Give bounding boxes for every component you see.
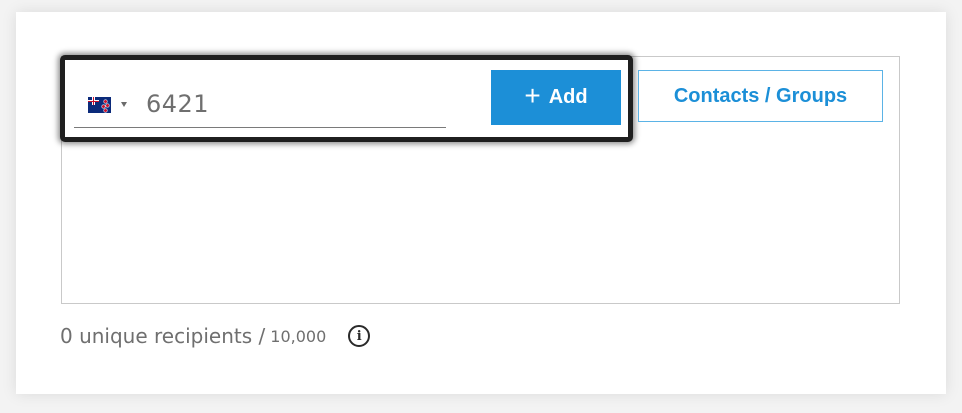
- phone-number-value[interactable]: 6421: [146, 90, 209, 118]
- contacts-groups-label: Contacts / Groups: [673, 84, 848, 107]
- contacts-groups-button[interactable]: Contacts / Groups: [638, 70, 883, 122]
- add-button[interactable]: + Add: [491, 70, 621, 125]
- chevron-down-icon[interactable]: [121, 102, 127, 107]
- phone-input[interactable]: 6421: [74, 82, 446, 128]
- recipient-count: 0 unique recipients / 10,000 i: [60, 321, 371, 351]
- message-card: 6421 + Add Contacts / Groups 0 unique re…: [16, 12, 946, 394]
- plus-icon: +: [524, 80, 541, 111]
- info-icon[interactable]: i: [348, 325, 371, 347]
- recipient-count-text: 0 unique recipients /: [60, 324, 266, 348]
- nz-flag-icon[interactable]: [88, 97, 111, 113]
- recipient-limit: 10,000: [270, 326, 327, 346]
- add-button-label: Add: [548, 86, 588, 108]
